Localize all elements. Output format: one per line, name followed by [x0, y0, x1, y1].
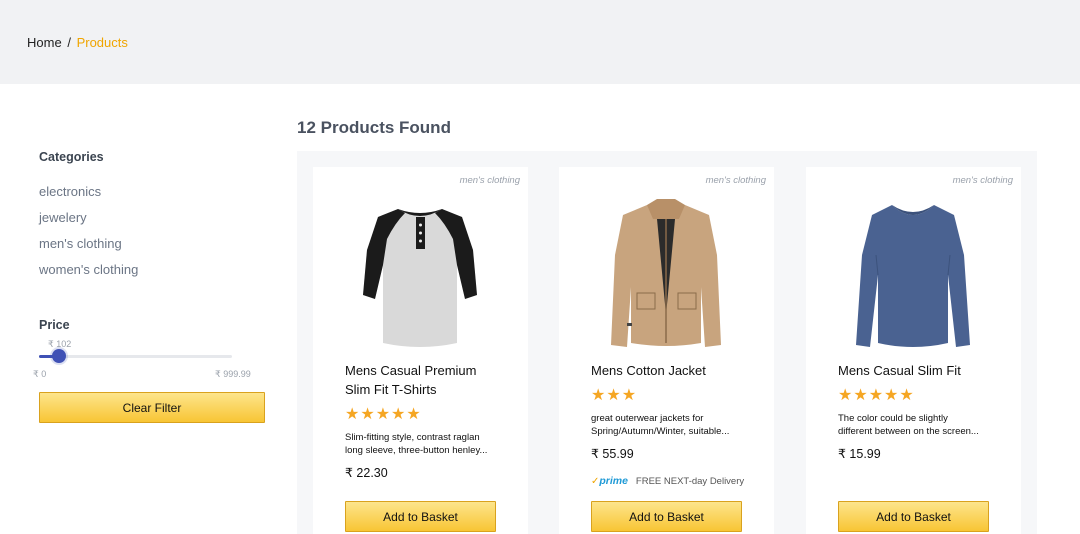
filter-sidebar: Categories electronics jewelery men's cl…: [33, 150, 265, 423]
breadcrumb: Home / Products: [27, 35, 128, 51]
categories-heading: Categories: [39, 150, 104, 164]
product-category: men's clothing: [952, 175, 1013, 186]
rating-stars: ★★★★★: [838, 387, 915, 404]
product-name[interactable]: Mens Casual Slim Fit: [838, 361, 998, 380]
product-card[interactable]: men's clothing Mens Casual Premium Slim …: [313, 167, 528, 534]
prime-delivery-badge: ✓prime FREE NEXT-day Delivery: [591, 475, 744, 487]
product-category: men's clothing: [705, 175, 766, 186]
product-card[interactable]: men's clothing Mens Casual Slim Fit ★★★★…: [806, 167, 1021, 534]
prime-delivery-text: FREE NEXT-day Delivery: [635, 476, 745, 487]
add-to-basket-button[interactable]: Add to Basket: [591, 501, 742, 532]
description-line: long sleeve, three-button henley...: [345, 445, 488, 456]
rating-stars: ★★★★★: [345, 406, 422, 423]
breadcrumb-separator: /: [67, 35, 71, 50]
description-line: different between on the screen...: [838, 426, 979, 437]
add-to-basket-button[interactable]: Add to Basket: [838, 501, 989, 532]
description-line: Slim-fitting style, contrast raglan: [345, 432, 480, 443]
product-description: great outerwear jackets for Spring/Autum…: [591, 412, 751, 438]
rating-stars: ★★★: [591, 387, 638, 404]
price-heading: Price: [39, 318, 70, 332]
product-category: men's clothing: [459, 175, 520, 186]
description-line: The color could be slightly: [838, 413, 948, 424]
category-item-electronics[interactable]: electronics: [39, 183, 265, 209]
product-name[interactable]: Mens Cotton Jacket: [591, 361, 751, 380]
price-max-label: ₹ 999.99: [215, 369, 251, 379]
prime-logo: prime: [599, 475, 628, 487]
add-to-basket-button[interactable]: Add to Basket: [345, 501, 496, 532]
breadcrumb-current: Products: [76, 35, 128, 50]
raglan-henley-shirt-image[interactable]: [353, 195, 488, 355]
product-name[interactable]: Mens Casual Premium Slim Fit T-Shirts: [345, 361, 505, 399]
category-item-womens-clothing[interactable]: women's clothing: [39, 261, 265, 287]
description-line: great outerwear jackets for: [591, 413, 704, 424]
khaki-jacket-image[interactable]: [599, 195, 734, 355]
product-card[interactable]: men's clothing Mens Cotton Jacket ★★★ gr…: [559, 167, 774, 534]
product-price: ₹ 22.30: [345, 466, 388, 480]
results-count-title: 12 Products Found: [297, 118, 451, 137]
product-description: Slim-fitting style, contrast raglan long…: [345, 431, 505, 457]
category-item-mens-clothing[interactable]: men's clothing: [39, 235, 265, 261]
price-slider-thumb[interactable]: [52, 349, 66, 363]
category-item-jewelery[interactable]: jewelery: [39, 209, 265, 235]
breadcrumb-home-link[interactable]: Home: [27, 35, 62, 50]
description-line: Spring/Autumn/Winter, suitable...: [591, 426, 730, 437]
product-price: ₹ 15.99: [838, 447, 881, 461]
breadcrumb-bar: Home / Products: [0, 0, 1080, 84]
category-list: electronics jewelery men's clothing wome…: [39, 183, 265, 287]
blue-longsleeve-tee-image[interactable]: [846, 195, 981, 355]
product-description: The color could be slightly different be…: [838, 412, 998, 438]
price-min-label: ₹ 0: [33, 369, 47, 379]
price-slider-track[interactable]: [39, 355, 232, 358]
clear-filter-button[interactable]: Clear Filter: [39, 392, 265, 423]
product-price: ₹ 55.99: [591, 447, 634, 461]
